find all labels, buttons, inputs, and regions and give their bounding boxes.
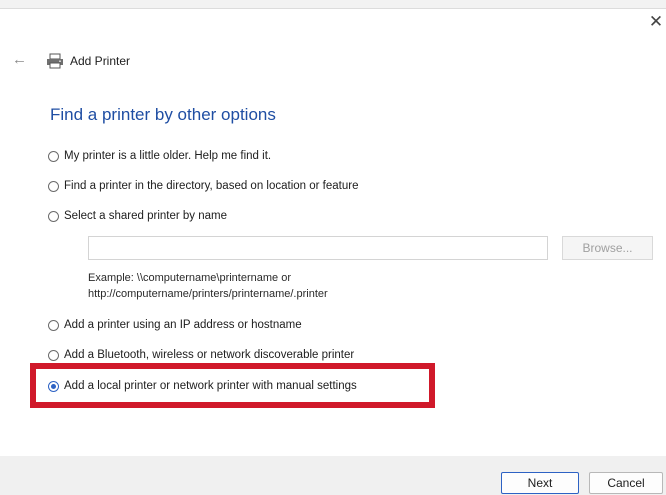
- option-local-printer[interactable]: Add a local printer or network printer w…: [48, 378, 357, 394]
- radio-button[interactable]: [48, 150, 59, 162]
- back-arrow-icon[interactable]: ←: [12, 52, 28, 68]
- option-ip-address[interactable]: Add a printer using an IP address or hos…: [48, 317, 302, 333]
- close-icon[interactable]: ✕: [648, 13, 664, 30]
- option-directory[interactable]: Find a printer in the directory, based o…: [48, 178, 358, 194]
- page-title: Find a printer by other options: [50, 105, 276, 124]
- radio-button[interactable]: [48, 180, 59, 192]
- option-label: Add a local printer or network printer w…: [64, 380, 357, 392]
- printer-icon: [47, 53, 63, 69]
- option-label: My printer is a little older. Help me fi…: [64, 150, 272, 162]
- radio-button-selected[interactable]: [48, 380, 59, 392]
- browse-button[interactable]: Browse...: [562, 236, 653, 260]
- example-text-line2: http://computername/printers/printername…: [88, 288, 328, 300]
- option-label: Select a shared printer by name: [64, 210, 228, 222]
- option-bluetooth-wireless[interactable]: Add a Bluetooth, wireless or network dis…: [48, 347, 354, 363]
- next-button[interactable]: Next: [501, 472, 579, 494]
- shared-printer-name-input[interactable]: [88, 236, 548, 260]
- option-label: Add a Bluetooth, wireless or network dis…: [64, 349, 355, 361]
- cancel-button[interactable]: Cancel: [589, 472, 663, 494]
- radio-button[interactable]: [48, 349, 59, 361]
- radio-button[interactable]: [48, 319, 59, 331]
- option-older-printer[interactable]: My printer is a little older. Help me fi…: [48, 148, 271, 164]
- window-top-edge: [0, 0, 666, 9]
- option-label: Add a printer using an IP address or hos…: [64, 319, 302, 331]
- option-shared-printer[interactable]: Select a shared printer by name: [48, 208, 227, 224]
- window-title: Add Printer: [70, 54, 131, 68]
- example-text-line1: Example: \\computername\printername or: [88, 272, 291, 284]
- radio-button[interactable]: [48, 210, 59, 222]
- option-label: Find a printer in the directory, based o…: [64, 180, 359, 192]
- wizard-header: Add Printer: [46, 52, 130, 70]
